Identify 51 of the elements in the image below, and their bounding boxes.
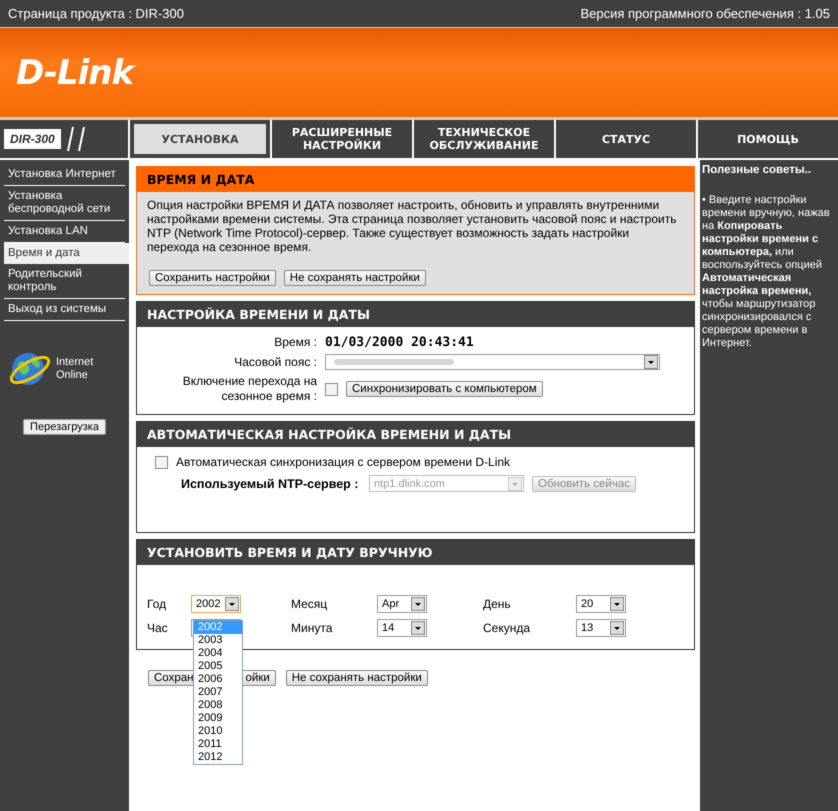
sidebar-item[interactable]: Родительский контроль xyxy=(4,264,125,299)
caret-icon xyxy=(610,621,624,635)
timezone-label: Часовой пояс : xyxy=(233,354,317,370)
firmware-version: Версия программного обеспечения : 1.05 xyxy=(580,6,830,21)
section-title: АВТОМАТИЧЕСКАЯ НАСТРОЙКА ВРЕМЕНИ И ДАТЫ xyxy=(137,422,694,447)
sidebar-item[interactable]: Время и дата xyxy=(4,243,129,264)
section-title: НАСТРОЙКА ВРЕМЕНИ И ДАТЫ xyxy=(137,302,694,327)
section-title: УСТАНОВИТЬ ВРЕМЯ И ДАТУ ВРУЧНУЮ xyxy=(137,540,694,565)
caret-icon xyxy=(610,597,624,611)
intro-text: Опция настройки ВРЕМЯ И ДАТА позволяет настроить, обновить и управлять внутренними настройками времени системы. Эта страница позволяет установить часовой пояс и настроить NTP (Network Time Protocol)-сервер. Также существует возможность задать настройки перехода на сезонное время. xyxy=(146,197,678,256)
timezone-select[interactable] xyxy=(325,354,660,370)
caret-icon xyxy=(644,355,658,369)
dst-checkbox[interactable] xyxy=(325,382,338,396)
blurred-value-icon xyxy=(334,357,454,367)
dst-label: Включение перехода на сезонное время : xyxy=(182,374,317,404)
caret-icon xyxy=(411,621,425,635)
ntp-server-label: Используемый NTP-сервер : xyxy=(181,476,360,490)
sync-button[interactable]: Синхронизировать с компьютером xyxy=(346,381,543,397)
value-select[interactable]: 13 xyxy=(576,619,626,637)
value-select[interactable]: Apr xyxy=(377,595,427,613)
time-value: 01/03/2000 20:43:41 xyxy=(325,335,475,350)
internet-status: Internet Online xyxy=(56,356,94,382)
caret-icon xyxy=(411,597,425,611)
sidebar-item[interactable]: Установка беспроводной сети xyxy=(4,186,125,221)
value-select[interactable]: 2002 xyxy=(191,595,241,613)
product-label: Страница продукта : DIR-300 xyxy=(8,6,184,21)
field-label: Секунда xyxy=(483,621,532,635)
value-select[interactable]: 14 xyxy=(377,619,427,637)
reboot-button[interactable]: Перезагрузка xyxy=(23,419,106,435)
field-label: Месяц xyxy=(291,597,328,611)
field-label: Минута xyxy=(291,621,334,635)
section-title: ВРЕМЯ И ДАТА xyxy=(137,167,694,192)
time-label: Время : xyxy=(273,335,317,350)
sidebar-item[interactable]: Установка Интернет xyxy=(4,164,125,186)
cancel-button[interactable]: Не сохранять настройки xyxy=(284,270,426,286)
field-label: Час xyxy=(147,621,169,635)
field-label: День xyxy=(483,597,512,611)
sidebar-item[interactable]: Выход из системы xyxy=(4,299,125,321)
cancel-button[interactable]: Не сохранять настройки xyxy=(286,670,428,686)
auto-sync-label: Автоматическая синхронизация с сервером времени D-Link xyxy=(176,455,510,469)
caret-icon xyxy=(225,597,239,611)
slashes-icon xyxy=(64,126,87,152)
field-label: Год xyxy=(147,597,168,611)
auto-sync-checkbox[interactable] xyxy=(155,456,168,468)
help-text: • Введите настройки времени вручную, нажав на Копировать настройки времени с компьютера, или воспользуйтесь опцией Автоматическая настройка времени, чтобы маршрутизатор синхронизировался с сервером времени в Интернет. xyxy=(702,194,831,350)
caret-icon xyxy=(508,476,522,490)
value-select[interactable]: 20 xyxy=(576,595,626,613)
logo: D-Link xyxy=(16,52,134,92)
help-title: Полезные советы.. xyxy=(702,164,812,176)
save-button[interactable]: Сохранить настройки xyxy=(149,270,276,286)
model-badge: DIR-300 xyxy=(4,129,61,149)
